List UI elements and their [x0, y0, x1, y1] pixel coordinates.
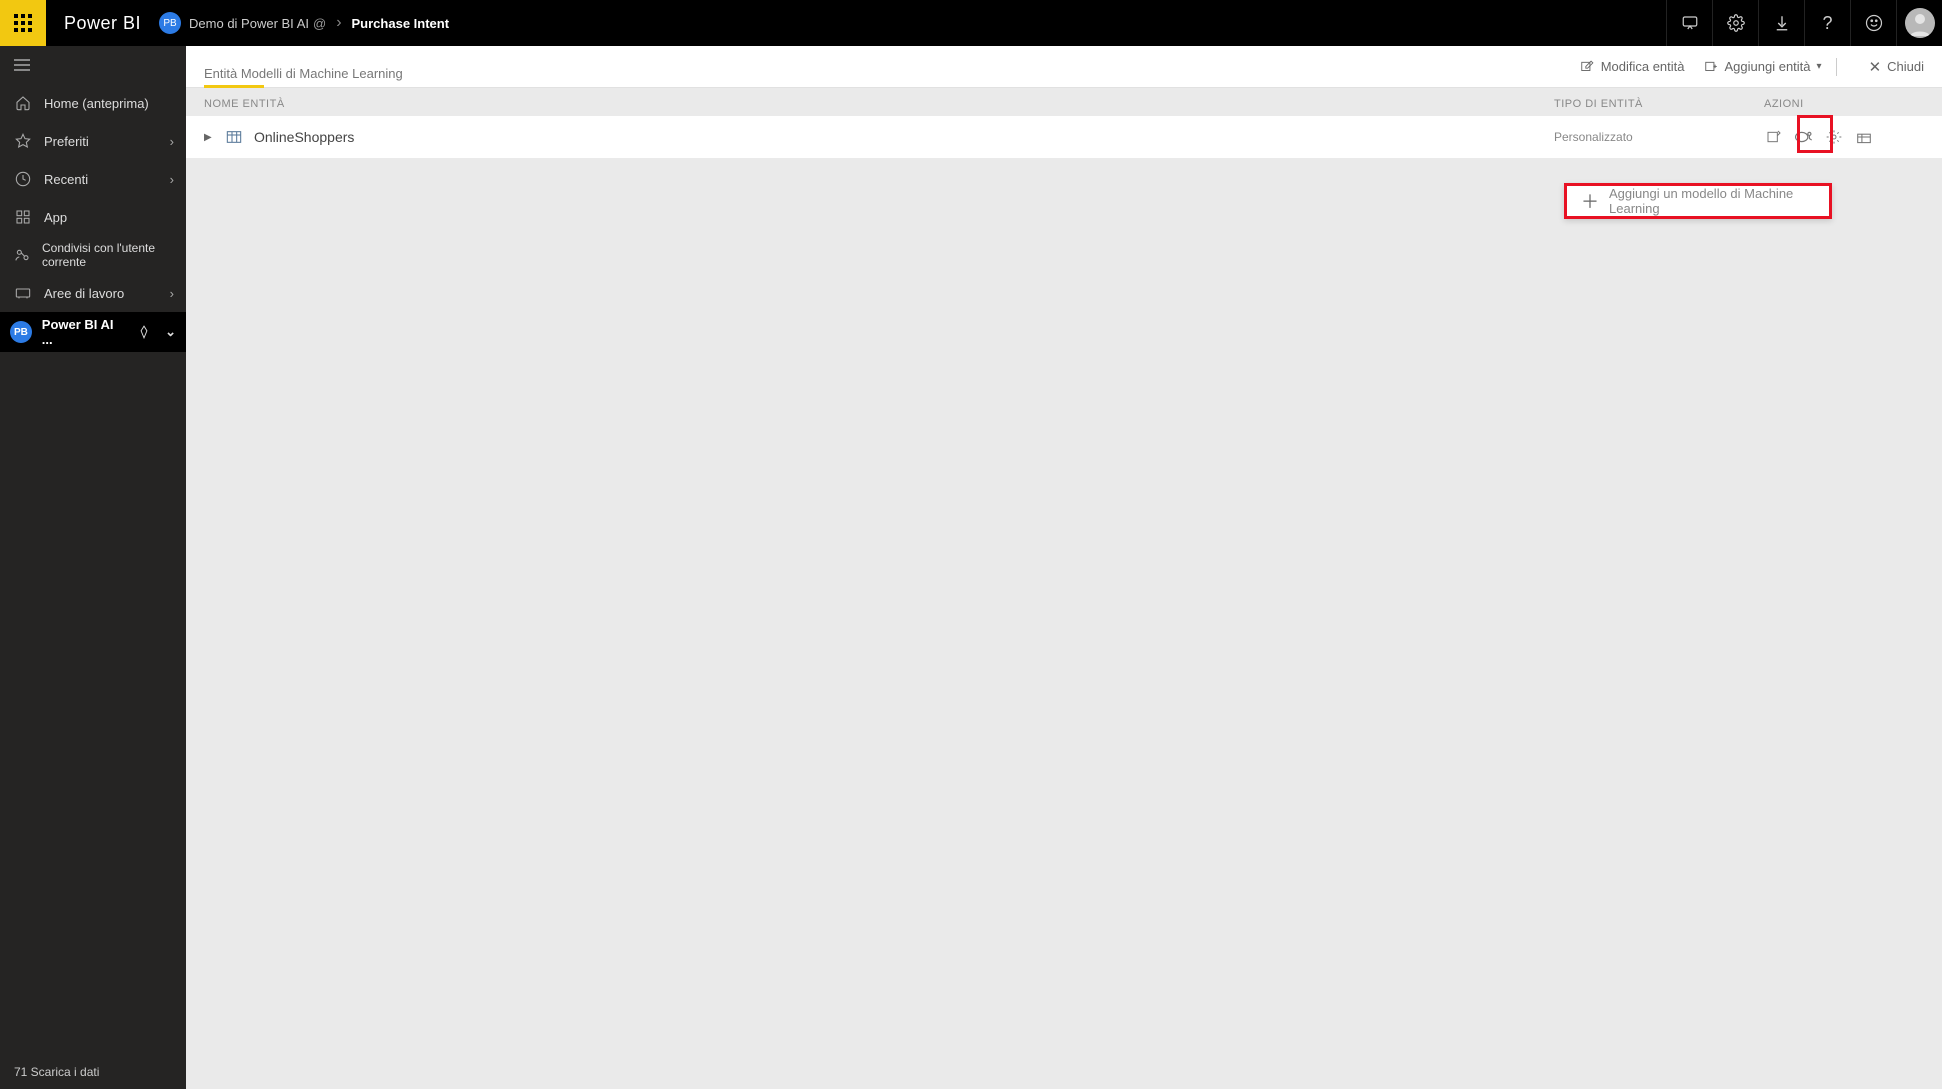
- workspace-badge: PB: [10, 321, 32, 343]
- col-actions-header: AZIONI: [1764, 98, 1924, 110]
- col-name-header: NOME ENTITÀ: [204, 98, 1554, 110]
- plus-icon: ＋: [1581, 188, 1599, 214]
- edit-label: Modifica entità: [1601, 59, 1685, 74]
- chevron-right-icon: ›: [170, 134, 174, 149]
- smile-icon: [1865, 14, 1883, 32]
- action-settings-icon[interactable]: [1824, 127, 1844, 147]
- add-entity-icon: [1703, 60, 1719, 74]
- chevron-right-icon: ›: [170, 286, 174, 301]
- columns-header: NOME ENTITÀ TIPO DI ENTITÀ AZIONI: [186, 88, 1942, 116]
- nav-footer[interactable]: 71 Scarica i dati: [0, 1055, 186, 1089]
- hamburger-icon: [14, 59, 30, 71]
- toolbar-divider: [1836, 58, 1837, 76]
- col-type-header: TIPO DI ENTITÀ: [1554, 98, 1764, 110]
- chat-icon: [1681, 14, 1699, 32]
- main-content: Entità Modelli di Machine Learning Modif…: [186, 46, 1942, 1089]
- entity-name: OnlineShoppers: [254, 129, 1554, 145]
- workspace-badge: PB: [159, 12, 181, 34]
- download-icon: [1773, 14, 1791, 32]
- chevron-right-icon: ›: [170, 172, 174, 187]
- brand-label: Power BI: [46, 13, 159, 34]
- topbar-actions: ?: [1666, 0, 1942, 46]
- nav-home[interactable]: Home (anteprima): [0, 84, 186, 122]
- nav-workspaces[interactable]: Aree di lavoro ›: [0, 274, 186, 312]
- nav-recent[interactable]: Recenti ›: [0, 160, 186, 198]
- action-ml-icon[interactable]: [1794, 127, 1814, 147]
- left-nav: Home (anteprima) Preferiti › Recenti › A…: [0, 46, 186, 1089]
- breadcrumb-workspace[interactable]: Demo di Power BI AI: [189, 16, 309, 31]
- workspace-icon: [14, 285, 32, 301]
- home-icon: [14, 95, 32, 111]
- nav-label: Recenti: [44, 172, 88, 187]
- expand-icon[interactable]: ▶: [204, 132, 218, 143]
- profile-button[interactable]: [1896, 0, 1942, 46]
- action-edit-icon[interactable]: [1764, 127, 1784, 147]
- entity-actions: [1764, 127, 1924, 147]
- edit-entities-button[interactable]: Modifica entità: [1579, 59, 1685, 74]
- add-label: Aggiungi entità: [1725, 59, 1811, 74]
- nav-collapse-button[interactable]: [0, 46, 186, 84]
- close-label: Chiudi: [1887, 59, 1924, 74]
- app-launcher-button[interactable]: [0, 0, 46, 46]
- share-icon: [14, 247, 30, 263]
- nav-favorites[interactable]: Preferiti ›: [0, 122, 186, 160]
- apps-icon: [14, 209, 32, 225]
- tab-label: Entità Modelli di Machine Learning: [204, 66, 403, 87]
- close-button[interactable]: ✕ Chiudi: [1869, 58, 1924, 76]
- chevron-down-icon: ▾: [1817, 61, 1822, 72]
- entity-type: Personalizzato: [1554, 130, 1764, 144]
- workspace-label: Power BI AI ...: [42, 317, 127, 347]
- waffle-icon: [14, 14, 32, 32]
- settings-button[interactable]: [1712, 0, 1758, 46]
- active-workspace[interactable]: PB Power BI AI ... ⌄: [0, 312, 186, 352]
- toolbar: Entità Modelli di Machine Learning Modif…: [186, 46, 1942, 88]
- clock-icon: [14, 171, 32, 187]
- download-button[interactable]: [1758, 0, 1804, 46]
- nav-apps[interactable]: App: [0, 198, 186, 236]
- premium-icon: [137, 325, 151, 339]
- nav-label: Preferiti: [44, 134, 89, 149]
- nav-label: Aree di lavoro: [44, 286, 124, 301]
- breadcrumb: PB Demo di Power BI AI @ › Purchase Inte…: [159, 12, 449, 34]
- close-icon: ✕: [1869, 58, 1882, 76]
- add-ml-label: Aggiungi un modello di Machine Learning: [1609, 186, 1815, 216]
- chat-button[interactable]: [1666, 0, 1712, 46]
- nav-label: App: [44, 210, 67, 225]
- star-icon: [14, 133, 32, 149]
- tab-underline: [204, 85, 264, 88]
- chevron-down-icon: ⌄: [165, 324, 176, 340]
- add-ml-model-item[interactable]: ＋ Aggiungi un modello di Machine Learnin…: [1564, 183, 1832, 219]
- edit-icon: [1579, 60, 1595, 74]
- avatar: [1905, 8, 1935, 38]
- topbar: Power BI PB Demo di Power BI AI @ › Purc…: [0, 0, 1942, 46]
- help-button[interactable]: ?: [1804, 0, 1850, 46]
- gear-icon: [1727, 14, 1745, 32]
- nav-label: Home (anteprima): [44, 96, 149, 111]
- help-icon: ?: [1822, 13, 1832, 34]
- table-icon: [226, 130, 244, 144]
- feedback-button[interactable]: [1850, 0, 1896, 46]
- breadcrumb-separator-icon: ›: [336, 14, 341, 32]
- add-entities-button[interactable]: Aggiungi entità ▾: [1703, 59, 1822, 74]
- tab-ml[interactable]: Entità Modelli di Machine Learning: [204, 46, 403, 87]
- workspace-suffix: @: [313, 16, 326, 31]
- action-delete-icon[interactable]: [1854, 127, 1874, 147]
- breadcrumb-title[interactable]: Purchase Intent: [352, 16, 450, 31]
- nav-label: Condivisi con l'utente corrente: [42, 241, 172, 269]
- entity-row[interactable]: ▶ OnlineShoppers Personalizzato: [186, 116, 1942, 158]
- nav-shared[interactable]: Condivisi con l'utente corrente: [0, 236, 186, 274]
